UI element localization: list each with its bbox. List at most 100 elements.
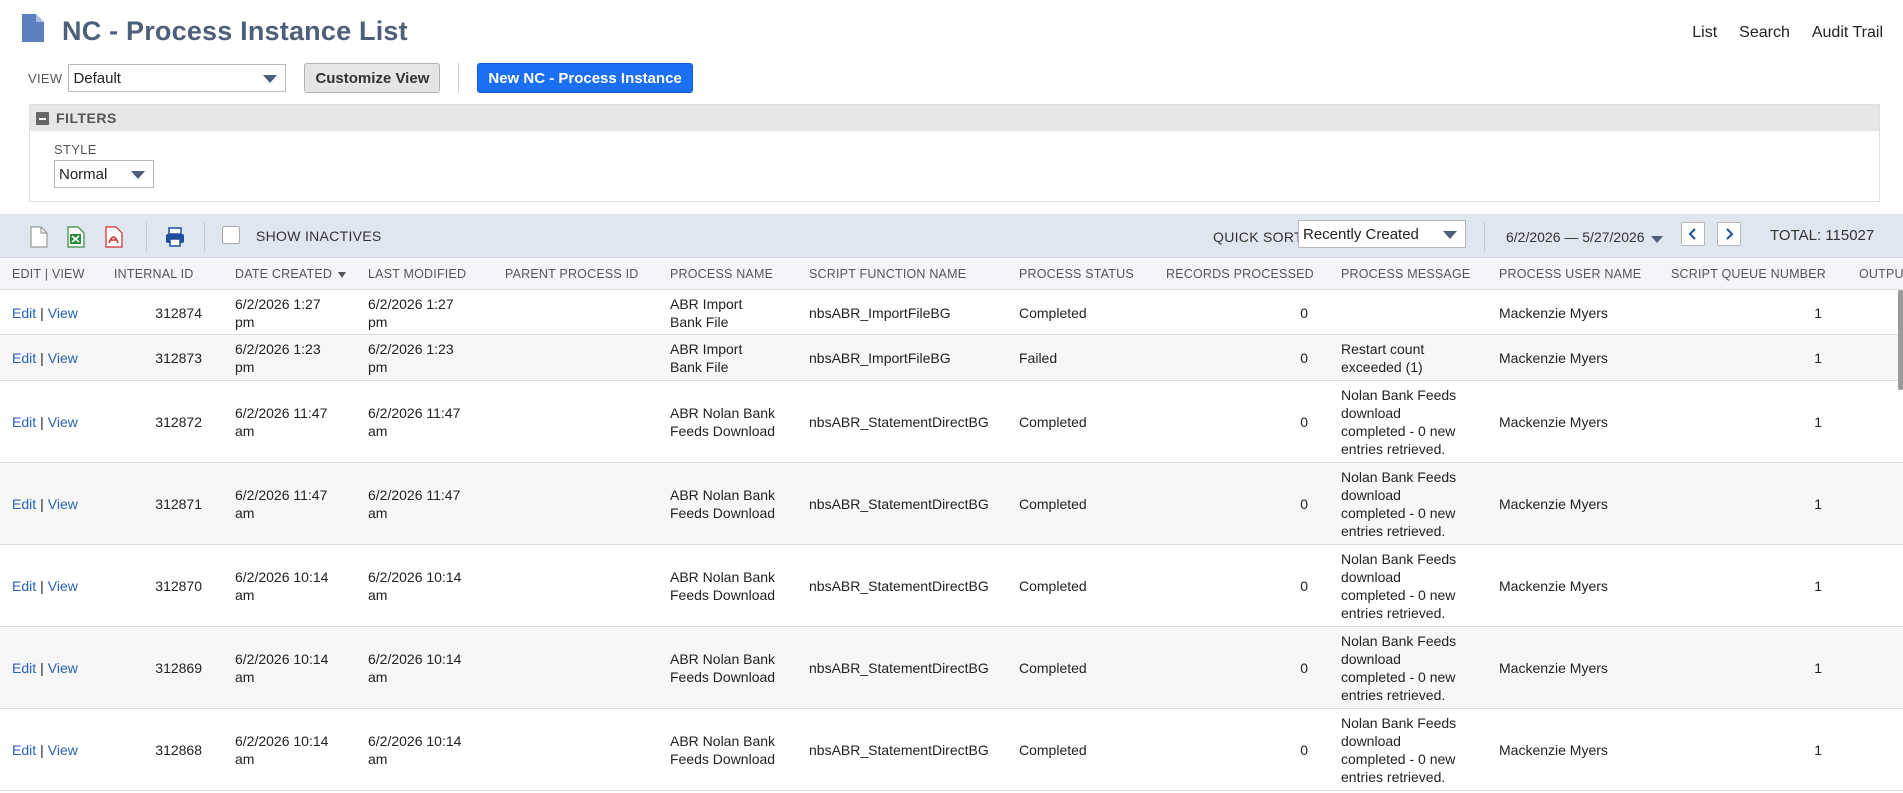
script-function-name: nbsABR_StatementDirectBG (809, 577, 1009, 595)
view-select-value: Default (73, 69, 121, 87)
col-process-message[interactable]: PROCESS MESSAGE (1341, 267, 1470, 281)
col-date-created[interactable]: DATE CREATED (235, 267, 347, 281)
view-link[interactable]: View (48, 578, 78, 594)
edit-link[interactable]: Edit (12, 414, 36, 430)
script-function-name: nbsABR_StatementDirectBG (809, 413, 1009, 431)
records-processed-value: 0 (1300, 350, 1308, 366)
pdf-icon[interactable] (104, 226, 124, 248)
col-script-function-name[interactable]: SCRIPT FUNCTION NAME (809, 267, 966, 281)
process-name-line: ABR Import (670, 296, 743, 312)
next-page-button[interactable] (1717, 222, 1741, 246)
process-user-name: Mackenzie Myers (1499, 495, 1659, 513)
process-name: ABR Nolan Bank Feeds Download (670, 404, 800, 440)
col-process-status[interactable]: PROCESS STATUS (1019, 267, 1134, 281)
view-link[interactable]: View (48, 742, 78, 758)
last-modified-line: 6/2/2026 11:47 (368, 487, 461, 503)
search-link[interactable]: Search (1739, 24, 1790, 42)
script-function-value: nbsABR_StatementDirectBG (809, 496, 989, 512)
process-name-line: Feeds Download (670, 669, 776, 685)
vertical-scrollbar[interactable] (1898, 290, 1903, 390)
process-user-name: Mackenzie Myers (1499, 304, 1659, 322)
col-process-user-name[interactable]: PROCESS USER NAME (1499, 267, 1641, 281)
script-queue-value: 1 (1814, 742, 1822, 758)
chevron-down-icon (263, 75, 278, 83)
records-processed: 0 (1240, 495, 1308, 513)
date-created: 6/2/2026 1:27 pm (235, 295, 355, 331)
table-header: EDIT | VIEW INTERNAL ID DATE CREATED LAS… (0, 258, 1903, 290)
link-separator: | (40, 660, 44, 676)
view-link[interactable]: View (48, 496, 78, 512)
view-link[interactable]: View (48, 660, 78, 676)
previous-page-button[interactable] (1681, 222, 1705, 246)
process-user-name: Mackenzie Myers (1499, 577, 1659, 595)
view-link[interactable]: View (48, 350, 78, 366)
records-processed-value: 0 (1300, 660, 1308, 676)
edit-link[interactable]: Edit (12, 578, 36, 594)
last-modified-line: am (368, 587, 388, 603)
style-select-value: Normal (59, 165, 108, 183)
style-select[interactable]: Normal (54, 160, 154, 188)
process-message: Nolan Bank Feeds download completed - 0 ne… (1341, 632, 1481, 704)
table-row: Edit | View 312869 6/2/2026 10:14 am 6/2/2026 … (0, 627, 1903, 709)
view-select[interactable]: Default (68, 64, 287, 92)
divider (458, 63, 460, 93)
internal-id: 312874 (110, 304, 202, 322)
list-link[interactable]: List (1692, 24, 1717, 42)
last-modified-line: 6/2/2026 10:14 (368, 569, 462, 585)
quick-sort-select[interactable]: Recently Created (1298, 220, 1466, 248)
filters-header[interactable]: FILTERS (30, 105, 1879, 131)
script-function-name: nbsABR_ImportFileBG (809, 304, 1009, 322)
edit-view-links: Edit | View (12, 349, 78, 367)
process-message-line: completed - 0 new (1341, 423, 1456, 439)
script-queue-value: 1 (1814, 578, 1822, 594)
last-modified-line: pm (368, 314, 388, 330)
internal-id-value: 312874 (155, 305, 202, 321)
chevron-down-icon (131, 171, 145, 179)
internal-id-value: 312871 (155, 496, 202, 512)
edit-link[interactable]: Edit (12, 742, 36, 758)
col-records-processed[interactable]: RECORDS PROCESSED (1166, 267, 1314, 281)
document-icon[interactable] (29, 226, 49, 248)
view-link[interactable]: View (48, 414, 78, 430)
col-last-modified[interactable]: LAST MODIFIED (368, 267, 466, 281)
view-link[interactable]: View (48, 305, 78, 321)
col-process-name[interactable]: PROCESS NAME (670, 267, 773, 281)
date-created-line: 6/2/2026 11:47 (235, 487, 328, 503)
edit-link[interactable]: Edit (12, 305, 36, 321)
table-row: Edit | View 312871 6/2/2026 11:47 am 6/2/2026 … (0, 463, 1903, 545)
last-modified-line: am (368, 505, 388, 521)
process-status-value: Completed (1019, 660, 1087, 676)
print-icon[interactable] (164, 226, 186, 248)
script-queue-number: 1 (1780, 349, 1822, 367)
date-created-line: 6/2/2026 11:47 (235, 405, 328, 421)
chevron-left-icon (1688, 228, 1696, 240)
edit-link[interactable]: Edit (12, 350, 36, 366)
script-queue-number: 1 (1780, 659, 1822, 677)
document-icon (22, 14, 44, 42)
process-user-value: Mackenzie Myers (1499, 496, 1608, 512)
link-separator: | (40, 305, 44, 321)
new-process-instance-button[interactable]: New NC - Process Instance (477, 63, 693, 93)
excel-icon[interactable] (66, 226, 86, 248)
date-range-select[interactable]: 6/2/2026 — 5/27/2026 (1506, 229, 1645, 245)
internal-id: 312871 (110, 495, 202, 513)
process-name-line: Feeds Download (670, 751, 776, 767)
col-parent-process-id[interactable]: PARENT PROCESS ID (505, 267, 639, 281)
edit-link[interactable]: Edit (12, 660, 36, 676)
chevron-down-icon[interactable] (1651, 236, 1663, 243)
collapse-icon[interactable] (36, 111, 49, 125)
col-internal-id[interactable]: INTERNAL ID (114, 267, 194, 281)
script-function-value: nbsABR_ImportFileBG (809, 350, 951, 366)
customize-view-button[interactable]: Customize View (304, 63, 441, 93)
col-output[interactable]: OUTPU (1859, 267, 1903, 281)
edit-link[interactable]: Edit (12, 496, 36, 512)
audit-trail-link[interactable]: Audit Trail (1812, 24, 1883, 42)
script-queue-value: 1 (1814, 305, 1822, 321)
show-inactives-checkbox[interactable] (222, 226, 240, 244)
process-message-line: completed - 0 new (1341, 505, 1456, 521)
date-created: 6/2/2026 11:47 am (235, 486, 355, 522)
script-queue-number: 1 (1780, 577, 1822, 595)
process-name-line: Feeds Download (670, 587, 776, 603)
col-script-queue-number[interactable]: SCRIPT QUEUE NUMBER (1671, 267, 1826, 281)
process-user-value: Mackenzie Myers (1499, 660, 1608, 676)
